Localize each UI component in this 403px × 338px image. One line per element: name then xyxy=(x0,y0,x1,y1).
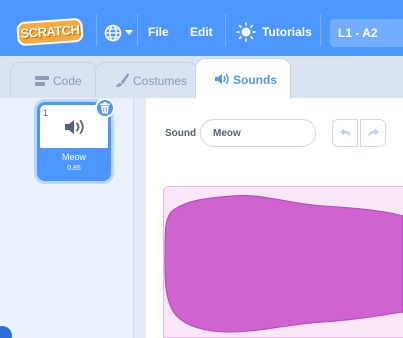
sound-list-scroll-edge xyxy=(134,98,146,338)
tab-sounds-label: Sounds xyxy=(233,73,277,87)
menu-divider xyxy=(320,14,321,46)
redo-icon xyxy=(368,128,379,137)
chevron-down-icon[interactable] xyxy=(125,30,133,35)
tab-code[interactable]: Code xyxy=(10,62,98,98)
sound-tile-name: Meow xyxy=(61,152,86,162)
sound-name-label: Sound xyxy=(165,128,197,139)
brush-icon xyxy=(116,73,129,87)
menu-divider xyxy=(225,14,226,46)
delete-sound-button[interactable] xyxy=(95,98,115,118)
undo-icon xyxy=(340,128,351,137)
waveform-shape xyxy=(164,194,403,333)
trash-icon xyxy=(100,102,110,114)
edit-menu[interactable]: Edit xyxy=(190,25,213,39)
code-blocks-icon xyxy=(35,76,49,86)
sound-tile-footer: Meow 0.85 xyxy=(40,148,108,178)
scratch-logo[interactable]: SCRATCH xyxy=(16,17,84,47)
tutorials-menu[interactable]: Tutorials xyxy=(262,25,312,39)
sound-name-input[interactable] xyxy=(200,119,316,147)
language-globe-icon[interactable] xyxy=(104,24,122,42)
lightbulb-icon[interactable] xyxy=(236,22,256,42)
speaker-icon xyxy=(215,73,229,85)
redo-button[interactable] xyxy=(360,119,386,147)
file-menu[interactable]: File xyxy=(148,25,169,39)
menu-divider xyxy=(137,14,138,46)
project-title-input[interactable]: L1 - A2 xyxy=(330,19,403,47)
tab-costumes-label: Costumes xyxy=(133,74,188,88)
tab-costumes[interactable]: Costumes xyxy=(95,62,198,98)
sound-tile-number: 1 xyxy=(43,108,49,118)
menu-divider xyxy=(96,14,97,46)
tab-sounds[interactable]: Sounds xyxy=(195,58,291,99)
sound-tile-duration: 0.85 xyxy=(67,165,81,172)
menu-bar: SCRATCH File Edit Tutorials L1 - A2 xyxy=(0,0,403,56)
speaker-icon xyxy=(65,120,84,134)
undo-button[interactable] xyxy=(332,119,358,147)
tab-code-label: Code xyxy=(53,74,82,88)
